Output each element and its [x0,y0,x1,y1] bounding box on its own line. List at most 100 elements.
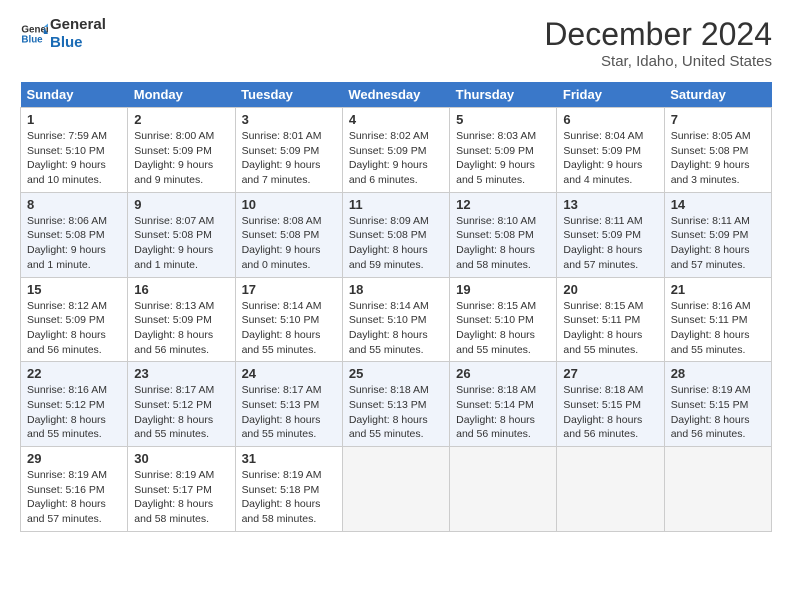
day-number: 29 [27,451,121,466]
calendar-table: SundayMondayTuesdayWednesdayThursdayFrid… [20,82,772,532]
day-info: Sunrise: 8:19 AM Sunset: 5:18 PM Dayligh… [242,468,336,527]
day-number: 11 [349,197,443,212]
calendar-cell: 7 Sunrise: 8:05 AM Sunset: 5:08 PM Daylig… [664,108,771,193]
calendar-cell [664,447,771,532]
page-container: General Blue General Blue December 2024 … [0,0,792,542]
day-info: Sunrise: 8:11 AM Sunset: 5:09 PM Dayligh… [563,214,657,273]
calendar-cell: 19Sunrise: 8:15 AM Sunset: 5:10 PM Dayli… [450,277,557,362]
day-info: Sunrise: 8:11 AM Sunset: 5:09 PM Dayligh… [671,214,765,273]
day-info: Sunrise: 8:10 AM Sunset: 5:08 PM Dayligh… [456,214,550,273]
day-info: Sunrise: 8:05 AM Sunset: 5:08 PM Dayligh… [671,129,765,188]
day-number: 26 [456,366,550,381]
calendar-cell: 4 Sunrise: 8:02 AM Sunset: 5:09 PM Daylig… [342,108,449,193]
day-info: Sunrise: 8:04 AM Sunset: 5:09 PM Dayligh… [563,129,657,188]
weekday-header: Monday [128,82,235,108]
day-info: Sunrise: 8:09 AM Sunset: 5:08 PM Dayligh… [349,214,443,273]
calendar-week-row: 8Sunrise: 8:06 AM Sunset: 5:08 PM Daylig… [21,192,772,277]
calendar-cell: 11 Sunrise: 8:09 AM Sunset: 5:08 PM Dayli… [342,192,449,277]
day-info: Sunrise: 8:07 AM Sunset: 5:08 PM Dayligh… [134,214,228,273]
weekday-header: Friday [557,82,664,108]
calendar-week-row: 29 Sunrise: 8:19 AM Sunset: 5:16 PM Dayli… [21,447,772,532]
calendar-week-row: 22Sunrise: 8:16 AM Sunset: 5:12 PM Dayli… [21,362,772,447]
calendar-cell: 30 Sunrise: 8:19 AM Sunset: 5:17 PM Dayli… [128,447,235,532]
day-info: Sunrise: 8:12 AM Sunset: 5:09 PM Dayligh… [27,299,121,358]
calendar-cell: 1Sunrise: 7:59 AM Sunset: 5:10 PM Daylig… [21,108,128,193]
svg-text:Blue: Blue [21,34,43,45]
day-number: 18 [349,282,443,297]
day-info: Sunrise: 8:16 AM Sunset: 5:11 PM Dayligh… [671,299,765,358]
day-info: Sunrise: 8:18 AM Sunset: 5:15 PM Dayligh… [563,383,657,442]
day-number: 19 [456,282,550,297]
calendar-cell: 5 Sunrise: 8:03 AM Sunset: 5:09 PM Daylig… [450,108,557,193]
calendar-cell: 31 Sunrise: 8:19 AM Sunset: 5:18 PM Dayli… [235,447,342,532]
day-number: 5 [456,112,550,127]
day-info: Sunrise: 8:14 AM Sunset: 5:10 PM Dayligh… [349,299,443,358]
calendar-cell: 6 Sunrise: 8:04 AM Sunset: 5:09 PM Daylig… [557,108,664,193]
calendar-cell [557,447,664,532]
calendar-cell: 13 Sunrise: 8:11 AM Sunset: 5:09 PM Dayli… [557,192,664,277]
calendar-cell [342,447,449,532]
day-number: 12 [456,197,550,212]
calendar-cell: 14Sunrise: 8:11 AM Sunset: 5:09 PM Dayli… [664,192,771,277]
calendar-cell: 15 Sunrise: 8:12 AM Sunset: 5:09 PM Dayli… [21,277,128,362]
day-number: 10 [242,197,336,212]
day-info: Sunrise: 8:01 AM Sunset: 5:09 PM Dayligh… [242,129,336,188]
calendar-cell: 21Sunrise: 8:16 AM Sunset: 5:11 PM Dayli… [664,277,771,362]
day-number: 23 [134,366,228,381]
calendar-cell: 16 Sunrise: 8:13 AM Sunset: 5:09 PM Dayli… [128,277,235,362]
logo-line1: General [50,16,106,34]
day-info: Sunrise: 8:18 AM Sunset: 5:14 PM Dayligh… [456,383,550,442]
day-number: 4 [349,112,443,127]
logo-icon: General Blue [20,20,48,48]
calendar-cell: 28Sunrise: 8:19 AM Sunset: 5:15 PM Dayli… [664,362,771,447]
weekday-header-row: SundayMondayTuesdayWednesdayThursdayFrid… [21,82,772,108]
calendar-cell: 23 Sunrise: 8:17 AM Sunset: 5:12 PM Dayli… [128,362,235,447]
day-number: 6 [563,112,657,127]
calendar-cell: 8Sunrise: 8:06 AM Sunset: 5:08 PM Daylig… [21,192,128,277]
day-number: 3 [242,112,336,127]
day-info: Sunrise: 8:00 AM Sunset: 5:09 PM Dayligh… [134,129,228,188]
day-info: Sunrise: 8:17 AM Sunset: 5:12 PM Dayligh… [134,383,228,442]
calendar-cell: 25 Sunrise: 8:18 AM Sunset: 5:13 PM Dayli… [342,362,449,447]
day-number: 20 [563,282,657,297]
day-number: 25 [349,366,443,381]
day-number: 17 [242,282,336,297]
day-info: Sunrise: 8:18 AM Sunset: 5:13 PM Dayligh… [349,383,443,442]
day-number: 16 [134,282,228,297]
title-block: December 2024 Star, Idaho, United States [544,16,772,70]
day-number: 1 [27,112,121,127]
day-number: 24 [242,366,336,381]
day-number: 30 [134,451,228,466]
calendar-cell: 22Sunrise: 8:16 AM Sunset: 5:12 PM Dayli… [21,362,128,447]
calendar-cell [450,447,557,532]
day-info: Sunrise: 8:14 AM Sunset: 5:10 PM Dayligh… [242,299,336,358]
day-number: 7 [671,112,765,127]
day-info: Sunrise: 8:08 AM Sunset: 5:08 PM Dayligh… [242,214,336,273]
calendar-cell: 26 Sunrise: 8:18 AM Sunset: 5:14 PM Dayli… [450,362,557,447]
day-info: Sunrise: 8:03 AM Sunset: 5:09 PM Dayligh… [456,129,550,188]
day-info: Sunrise: 8:19 AM Sunset: 5:16 PM Dayligh… [27,468,121,527]
calendar-week-row: 1Sunrise: 7:59 AM Sunset: 5:10 PM Daylig… [21,108,772,193]
calendar-cell: 20 Sunrise: 8:15 AM Sunset: 5:11 PM Dayli… [557,277,664,362]
weekday-header: Wednesday [342,82,449,108]
day-number: 22 [27,366,121,381]
month-title: December 2024 [544,16,772,53]
day-info: Sunrise: 8:19 AM Sunset: 5:17 PM Dayligh… [134,468,228,527]
day-info: Sunrise: 8:17 AM Sunset: 5:13 PM Dayligh… [242,383,336,442]
calendar-cell: 12 Sunrise: 8:10 AM Sunset: 5:08 PM Dayli… [450,192,557,277]
day-number: 27 [563,366,657,381]
day-number: 31 [242,451,336,466]
day-info: Sunrise: 8:02 AM Sunset: 5:09 PM Dayligh… [349,129,443,188]
day-number: 13 [563,197,657,212]
weekday-header: Sunday [21,82,128,108]
calendar-week-row: 15 Sunrise: 8:12 AM Sunset: 5:09 PM Dayli… [21,277,772,362]
day-number: 15 [27,282,121,297]
weekday-header: Tuesday [235,82,342,108]
day-number: 9 [134,197,228,212]
day-info: Sunrise: 8:13 AM Sunset: 5:09 PM Dayligh… [134,299,228,358]
day-info: Sunrise: 8:19 AM Sunset: 5:15 PM Dayligh… [671,383,765,442]
header: General Blue General Blue December 2024 … [20,16,772,70]
calendar-cell: 2Sunrise: 8:00 AM Sunset: 5:09 PM Daylig… [128,108,235,193]
calendar-cell: 3 Sunrise: 8:01 AM Sunset: 5:09 PM Daylig… [235,108,342,193]
day-info: Sunrise: 8:15 AM Sunset: 5:11 PM Dayligh… [563,299,657,358]
